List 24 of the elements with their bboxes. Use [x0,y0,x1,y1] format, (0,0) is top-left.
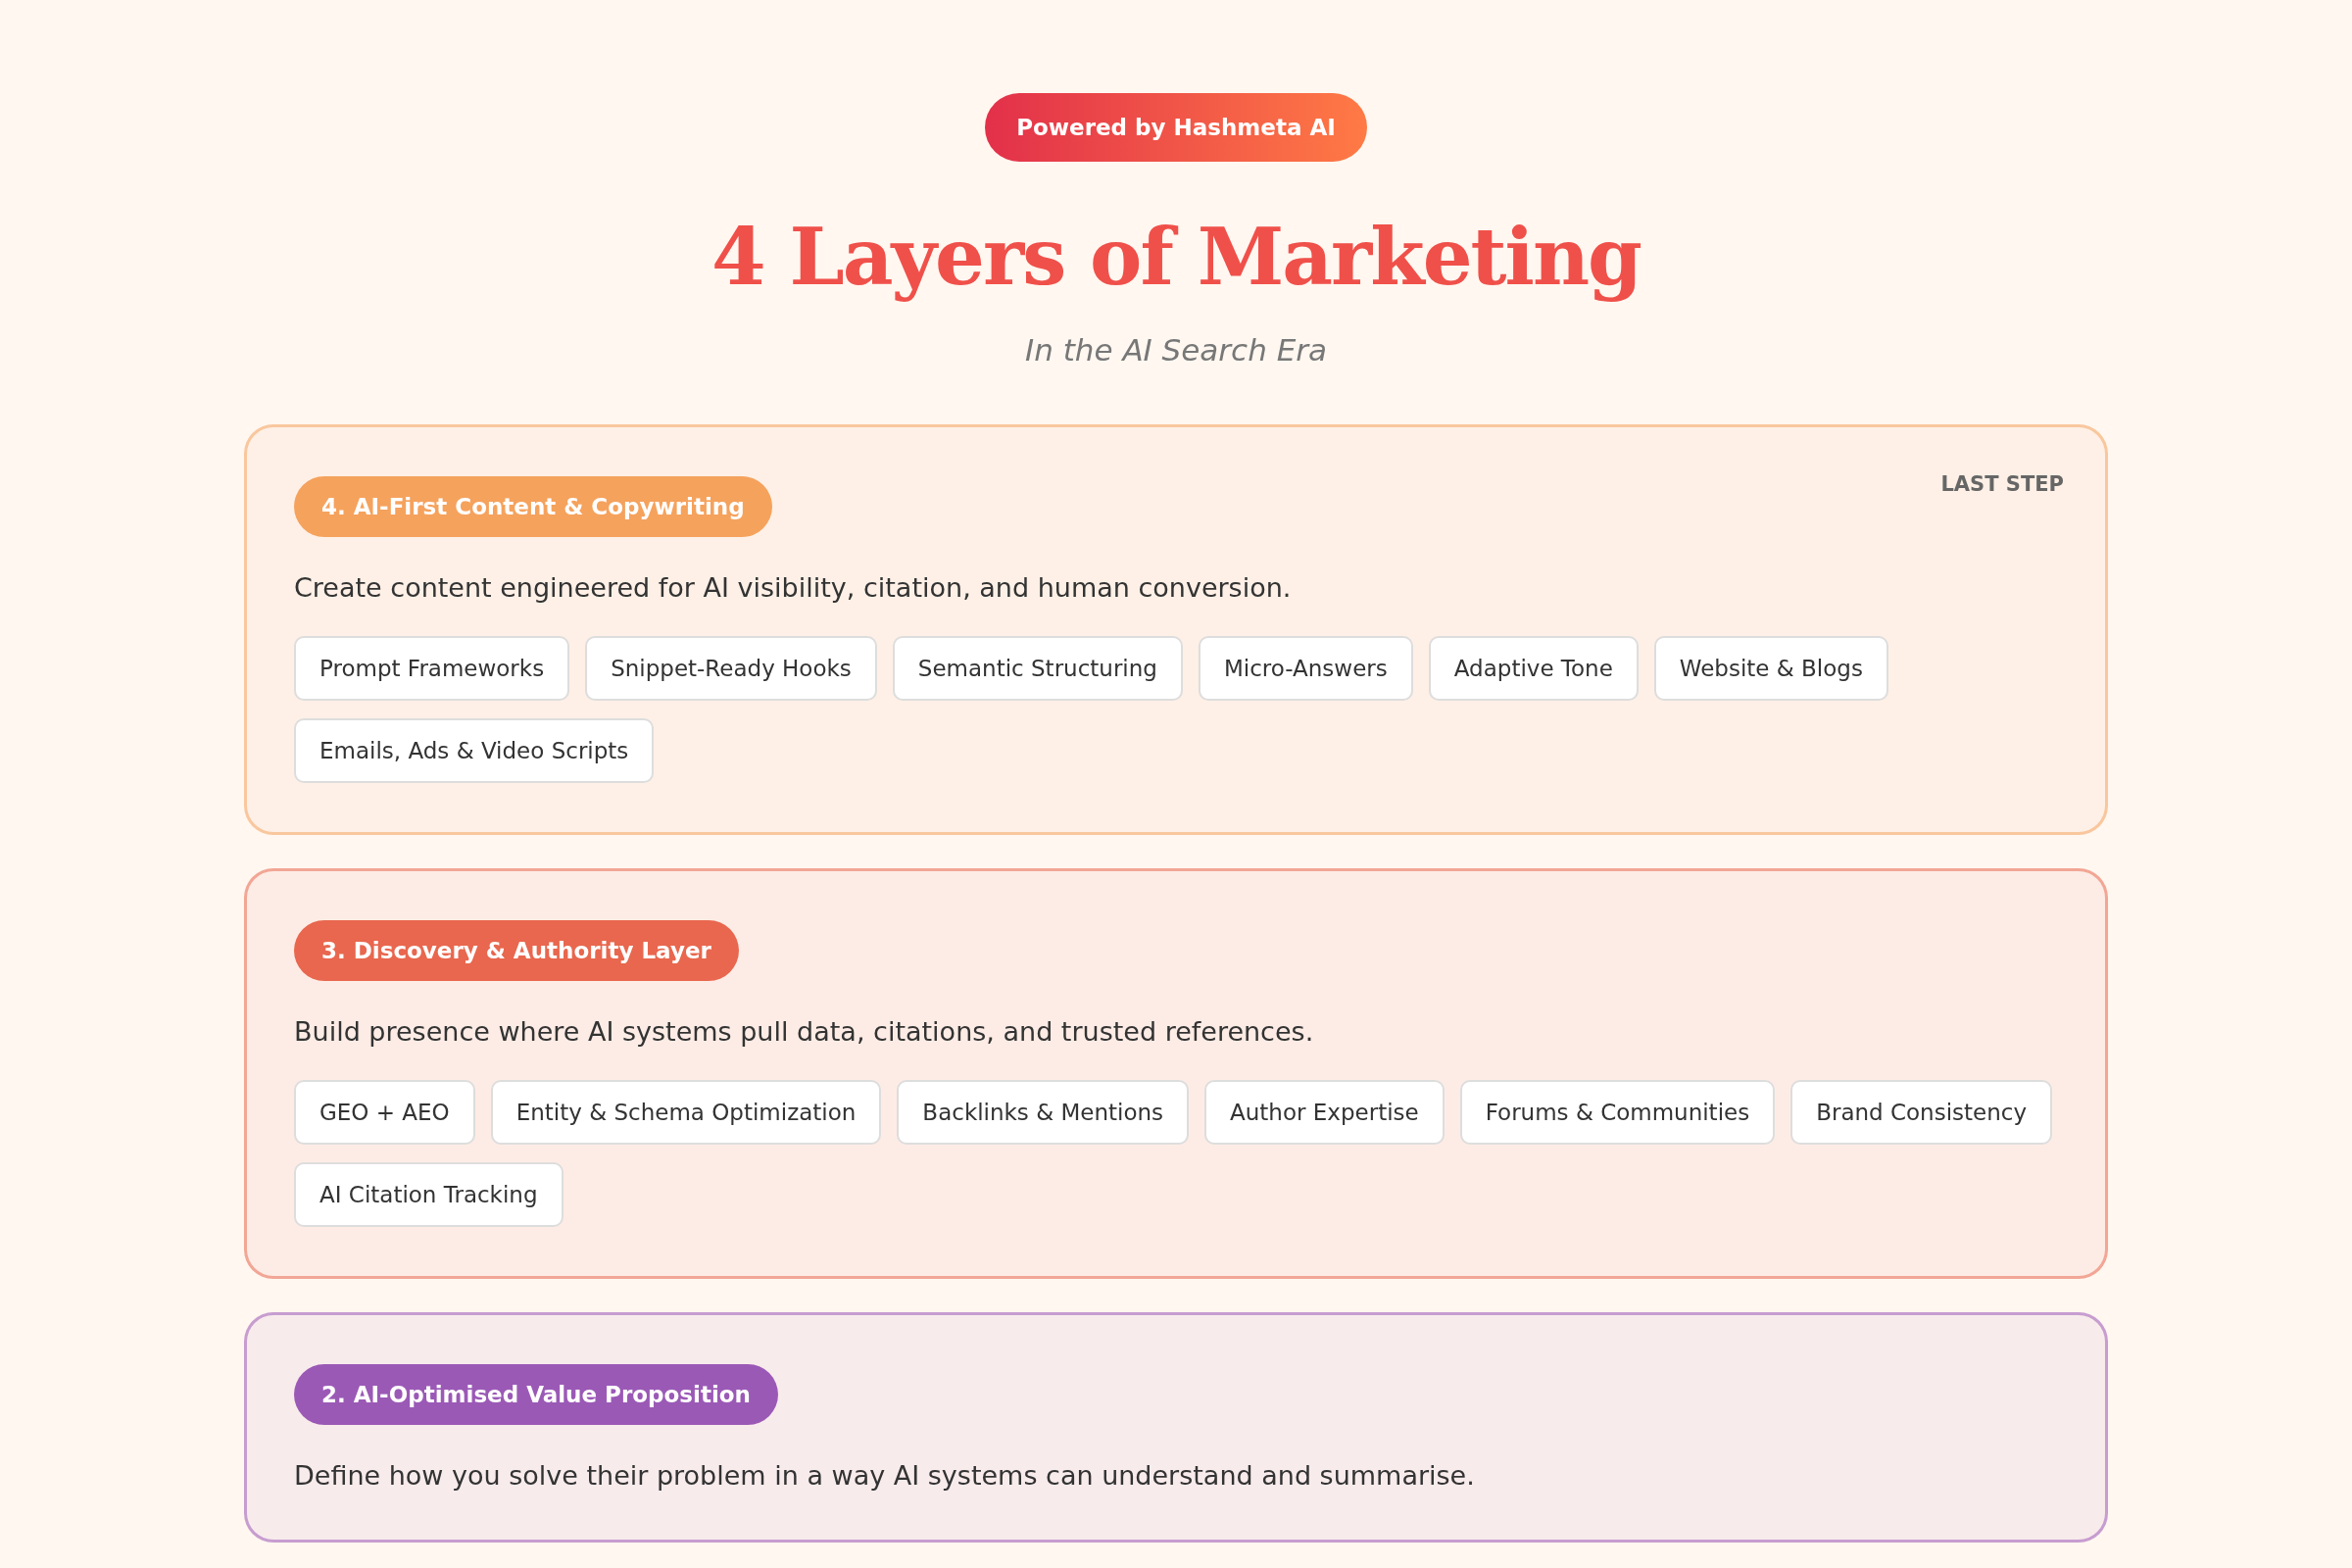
topic-chip: Emails, Ads & Video Scripts [294,718,655,783]
layer-label: 2. AI-Optimised Value Proposition [294,1364,778,1425]
topic-chip: Micro-Answers [1198,636,1413,701]
topic-chip: AI Citation Tracking [294,1162,564,1227]
layer-label: 3. Discovery & Authority Layer [294,920,739,981]
topic-chip: Author Expertise [1204,1080,1445,1145]
layer-description: Build presence where AI systems pull data, citations, and trusted references. [294,1016,1314,1047]
page-title: 4 Layers of Marketing [711,211,1641,303]
layer-label: 4. AI-First Content & Copywriting [294,476,772,537]
page-subtitle: In the AI Search Era [1025,332,1327,368]
topic-chip: Brand Consistency [1790,1080,2053,1145]
step-tag: LAST STEP [1940,472,2064,496]
powered-by-badge: Powered by Hashmeta AI [985,93,1367,162]
topic-chip: Adaptive Tone [1428,636,1639,701]
layer-description: Create content engineered for AI visibility, citation, and human conversion. [294,572,1292,603]
topic-chip: Snippet-Ready Hooks [585,636,877,701]
topic-chip: GEO + AEO [294,1080,475,1145]
topic-chip: Entity & Schema Optimization [490,1080,882,1145]
topic-chip: Forums & Communities [1459,1080,1776,1145]
topic-chip: Prompt Frameworks [294,636,570,701]
topic-chip: Website & Blogs [1653,636,1888,701]
topic-chip: Backlinks & Mentions [897,1080,1190,1145]
layer-description: Define how you solve their problem in a way AI systems can understand and summarise. [294,1460,1475,1491]
topic-chip: Semantic Structuring [892,636,1183,701]
